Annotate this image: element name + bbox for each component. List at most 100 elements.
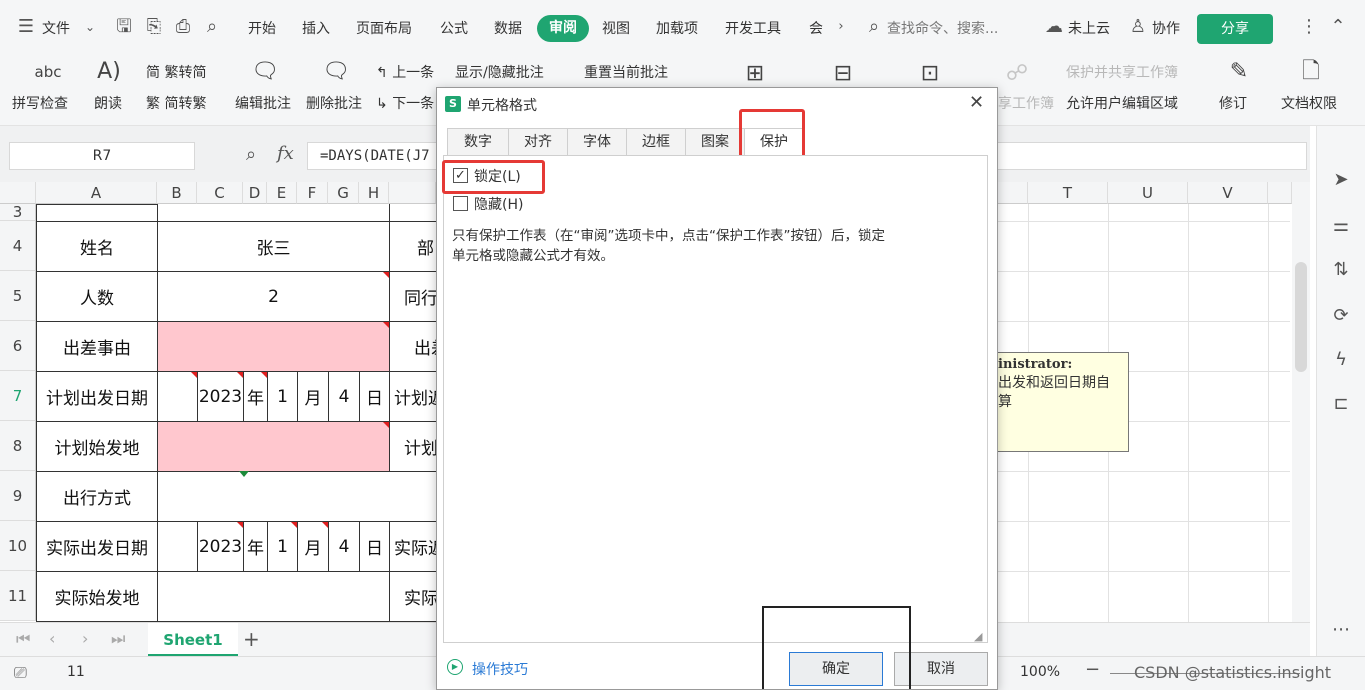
- tab-patterns[interactable]: 图案: [685, 128, 745, 156]
- allow-edit-ranges-button[interactable]: 允许用户编辑区域: [1066, 93, 1178, 113]
- column-header-u[interactable]: U: [1108, 182, 1188, 204]
- cell-g10[interactable]: 4: [328, 521, 360, 572]
- cell-a11[interactable]: 实际始发地: [36, 571, 158, 622]
- export-pdf-icon[interactable]: ⎘: [142, 15, 166, 39]
- tab-alignment[interactable]: 对齐: [508, 128, 568, 156]
- tab-border[interactable]: 边框: [626, 128, 686, 156]
- column-header-i[interactable]: [389, 182, 436, 204]
- more-icon[interactable]: ⋮: [1297, 15, 1321, 39]
- protect-sheet-icon[interactable]: ⊞: [740, 60, 770, 88]
- tab-insert[interactable]: 插入: [302, 18, 330, 38]
- column-header-t[interactable]: T: [1028, 182, 1108, 204]
- tab-member[interactable]: 会: [809, 18, 823, 38]
- row-header-6[interactable]: 6: [0, 321, 36, 371]
- cell-a4[interactable]: 姓名: [36, 221, 158, 272]
- cell-b10[interactable]: [157, 521, 198, 572]
- tab-addins[interactable]: 加载项: [656, 18, 698, 38]
- add-sheet-button[interactable]: +: [243, 627, 260, 651]
- pointer-icon[interactable]: ➤: [1329, 168, 1353, 192]
- column-header-e[interactable]: E: [267, 182, 297, 204]
- column-header-s[interactable]: [998, 182, 1028, 204]
- column-header-f[interactable]: F: [297, 182, 328, 204]
- scrollbar-thumb[interactable]: [1295, 262, 1307, 372]
- column-header-c[interactable]: C: [197, 182, 243, 204]
- print-preview-icon[interactable]: ⌕: [200, 15, 224, 39]
- cell-b7[interactable]: [157, 371, 198, 422]
- vertical-scrollbar[interactable]: [1292, 182, 1310, 622]
- row-header-3[interactable]: 3: [0, 204, 36, 221]
- row-header-9[interactable]: 9: [0, 471, 36, 521]
- cell-b11[interactable]: [157, 571, 390, 622]
- row-header-8[interactable]: 8: [0, 421, 36, 471]
- cell-b8[interactable]: [157, 421, 390, 472]
- edit-comment-button[interactable]: 编辑批注: [235, 93, 291, 113]
- cell-b6[interactable]: [157, 321, 390, 372]
- cell-b5[interactable]: 2: [157, 271, 390, 322]
- read-aloud-button[interactable]: 朗读: [94, 93, 122, 113]
- save-icon[interactable]: 🖫: [112, 15, 136, 39]
- cell-i4[interactable]: 部: [389, 221, 437, 272]
- column-header-a[interactable]: A: [36, 182, 157, 204]
- tips-link[interactable]: 操作技巧: [472, 659, 528, 679]
- next-comment-button[interactable]: ↳ 下一条: [376, 93, 434, 113]
- cell-i10[interactable]: 实际返: [389, 521, 437, 572]
- prev-sheet-icon[interactable]: ‹: [49, 629, 55, 648]
- cell-d7[interactable]: 年: [243, 371, 268, 422]
- cell-g7[interactable]: 4: [328, 371, 360, 422]
- reset-comment-button[interactable]: 重置当前批注: [584, 62, 668, 82]
- reading-icon[interactable]: ⊏: [1329, 392, 1353, 416]
- track-changes-button[interactable]: 修订: [1219, 93, 1247, 113]
- tab-view[interactable]: 视图: [602, 18, 630, 38]
- row-header-11[interactable]: 11: [0, 571, 36, 621]
- collapse-icon[interactable]: ⌃: [1326, 15, 1350, 39]
- cell-b9[interactable]: [157, 471, 245, 522]
- collaborate-button[interactable]: 协作: [1152, 18, 1180, 38]
- cell-a5[interactable]: 人数: [36, 271, 158, 322]
- tab-page-layout[interactable]: 页面布局: [356, 18, 412, 38]
- protect-workbook-icon[interactable]: ⊟: [828, 60, 858, 88]
- tab-font[interactable]: 字体: [567, 128, 627, 156]
- status-view-icon[interactable]: ⎚: [14, 663, 27, 683]
- cell-b4[interactable]: 张三: [157, 221, 390, 272]
- traditional-to-simplified-button[interactable]: 简 繁转简: [146, 62, 206, 82]
- row-header-7[interactable]: 7: [0, 371, 36, 421]
- lock-cell-icon[interactable]: ⊡: [915, 60, 945, 88]
- row-header-10[interactable]: 10: [0, 521, 36, 571]
- cell-a8[interactable]: 计划始发地: [36, 421, 158, 472]
- tab-data[interactable]: 数据: [494, 18, 522, 38]
- share-button[interactable]: 分享: [1197, 14, 1273, 44]
- column-header-w[interactable]: [1268, 182, 1292, 204]
- cell-c10[interactable]: 2023: [197, 521, 244, 572]
- tab-review[interactable]: 审阅: [537, 15, 589, 42]
- cell-i8[interactable]: 计划: [389, 421, 437, 472]
- column-header-b[interactable]: B: [157, 182, 197, 204]
- cell-b3[interactable]: [157, 204, 390, 222]
- column-header-h[interactable]: H: [359, 182, 389, 204]
- cell-c7[interactable]: 2023: [197, 371, 244, 422]
- select-all-corner[interactable]: [0, 182, 36, 204]
- table-style-icon[interactable]: ⇅: [1329, 258, 1353, 282]
- backup-icon[interactable]: ⟳: [1329, 304, 1353, 328]
- zoom-level[interactable]: 100%: [1020, 664, 1060, 680]
- row-header-4[interactable]: 4: [0, 221, 36, 271]
- cell-a9[interactable]: 出行方式: [36, 471, 158, 522]
- tab-number[interactable]: 数字: [447, 128, 509, 156]
- cell-i11[interactable]: 实际: [389, 571, 437, 622]
- cell-d10[interactable]: 年: [243, 521, 268, 572]
- next-sheet-icon[interactable]: ›: [82, 629, 88, 648]
- spell-check-button[interactable]: 拼写检查: [12, 93, 68, 113]
- dialog-title-bar[interactable]: S 单元格格式 ✕: [437, 88, 997, 120]
- cell-f10[interactable]: 月: [297, 521, 329, 572]
- first-sheet-icon[interactable]: ⏮: [16, 629, 30, 649]
- hamburger-menu-icon[interactable]: ☰: [14, 15, 38, 39]
- cell-f7[interactable]: 月: [297, 371, 329, 422]
- column-header-v[interactable]: V: [1188, 182, 1268, 204]
- cell-i7[interactable]: 计划返: [389, 371, 437, 422]
- insert-function-button[interactable]: fx: [277, 143, 294, 164]
- row-header-5[interactable]: 5: [0, 271, 36, 321]
- command-search-input[interactable]: 查找命令、搜索...: [887, 18, 998, 38]
- cell-e9[interactable]: [244, 471, 437, 522]
- previous-comment-button[interactable]: ↰ 上一条: [376, 62, 434, 82]
- chevron-right-icon[interactable]: ›: [829, 15, 853, 39]
- zoom-out-button[interactable]: −: [1085, 659, 1100, 680]
